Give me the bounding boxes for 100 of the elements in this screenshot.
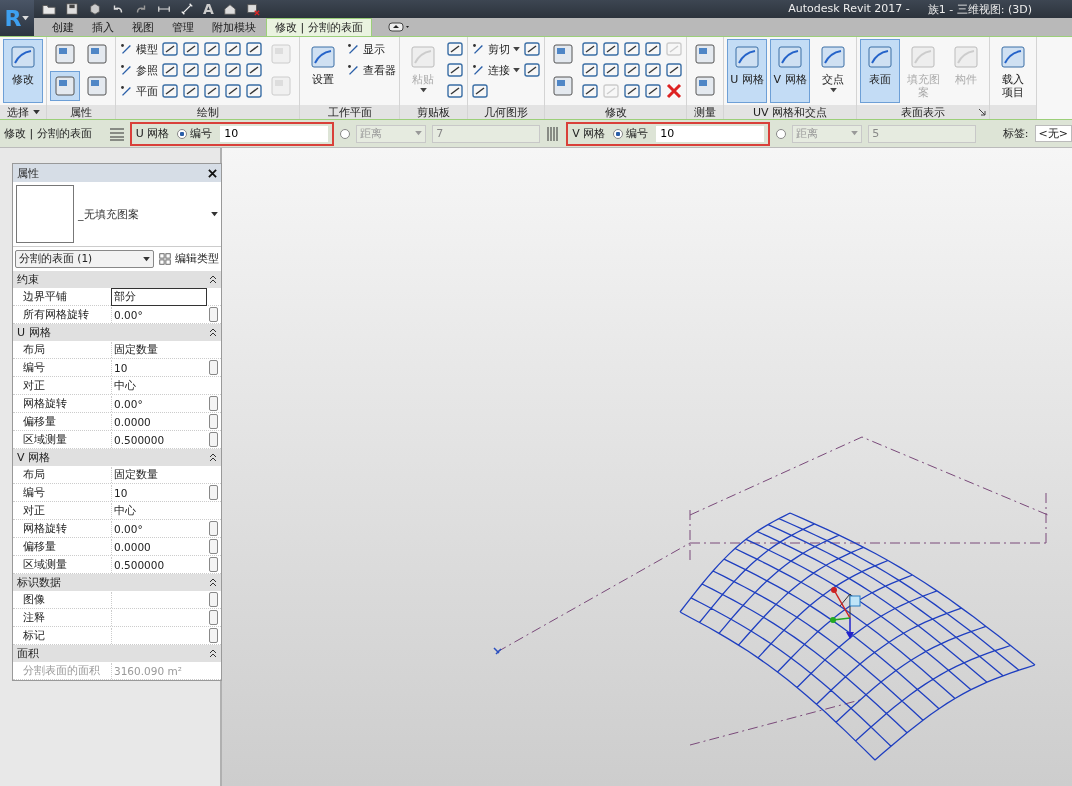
associate-parameter-button[interactable]: [208, 557, 218, 572]
property-value[interactable]: 0.0000: [111, 538, 207, 555]
tool-icon[interactable]: [446, 61, 464, 79]
property-value[interactable]: 0.500000: [111, 556, 207, 573]
house-icon[interactable]: [222, 2, 237, 16]
tool-icon[interactable]: [523, 40, 541, 58]
ribbon-tab[interactable]: 附加模块: [204, 19, 264, 36]
tool-icon[interactable]: [581, 40, 599, 58]
property-value[interactable]: 0.500000: [111, 431, 207, 448]
tool-button[interactable]: [50, 71, 80, 101]
tool-icon[interactable]: [602, 61, 620, 79]
ribbon-tab[interactable]: 修改 | 分割的表面: [266, 18, 372, 36]
tool-icon[interactable]: [245, 82, 263, 100]
tool-icon[interactable]: [644, 82, 662, 100]
caret-icon[interactable]: [32, 109, 40, 115]
ribbon-button[interactable]: 平面: [119, 83, 158, 99]
associate-parameter-button[interactable]: [208, 396, 218, 411]
dialog-launcher-icon[interactable]: [978, 108, 986, 116]
tool-icon[interactable]: [665, 61, 683, 79]
ribbon-tab[interactable]: 视图: [124, 19, 162, 36]
number-field[interactable]: 10: [220, 125, 329, 142]
tool-icon[interactable]: [203, 82, 221, 100]
tag-dropdown[interactable]: <无>: [1034, 125, 1072, 142]
tool-icon[interactable]: [446, 82, 464, 100]
collapse-icon[interactable]: [209, 452, 217, 463]
tool-icon[interactable]: [203, 40, 221, 58]
property-value[interactable]: 中心: [111, 377, 207, 394]
associate-parameter-button[interactable]: [208, 485, 218, 500]
ribbon-button[interactable]: 表面: [860, 39, 900, 103]
dimension-icon[interactable]: [180, 2, 194, 16]
cube-icon[interactable]: [88, 2, 102, 16]
group-header[interactable]: 约束: [13, 271, 221, 288]
property-value[interactable]: 0.00°: [111, 520, 207, 537]
associate-parameter-button[interactable]: [208, 539, 218, 554]
tool-icon[interactable]: [471, 82, 489, 100]
property-value[interactable]: 0.00°: [111, 306, 207, 323]
property-value[interactable]: 部分: [111, 288, 207, 306]
associate-parameter-button[interactable]: [208, 521, 218, 536]
number-radio[interactable]: 编号: [613, 126, 649, 141]
associate-parameter-button[interactable]: [208, 432, 218, 447]
associate-parameter-button[interactable]: [208, 360, 218, 375]
panel-toggle-icon[interactable]: [387, 21, 412, 33]
tool-icon[interactable]: [245, 40, 263, 58]
caret-icon[interactable]: [22, 15, 30, 21]
tool-icon[interactable]: [161, 61, 179, 79]
ribbon-tab[interactable]: 创建: [44, 19, 82, 36]
tool-icon[interactable]: [623, 82, 641, 100]
save-icon[interactable]: [65, 2, 79, 16]
tool-icon[interactable]: [581, 82, 599, 100]
property-value[interactable]: 固定数量: [111, 466, 207, 483]
ribbon-button[interactable]: U 网格: [727, 39, 767, 103]
tool-icon[interactable]: [203, 61, 221, 79]
ribbon-button[interactable]: 剪切: [471, 41, 520, 57]
ribbon-button[interactable]: V 网格: [770, 39, 810, 103]
tool-icon[interactable]: [644, 61, 662, 79]
tool-icon[interactable]: [224, 40, 242, 58]
tool-icon[interactable]: [224, 82, 242, 100]
collapse-icon[interactable]: [209, 648, 217, 659]
group-header[interactable]: 标识数据: [13, 574, 221, 591]
property-value[interactable]: 0.0000: [111, 413, 207, 430]
associate-parameter-button[interactable]: [208, 610, 218, 625]
associate-parameter-button[interactable]: [208, 307, 218, 322]
ribbon-tab[interactable]: 管理: [164, 19, 202, 36]
ribbon-button[interactable]: 载入 项目: [993, 39, 1033, 103]
ribbon-button[interactable]: 交点: [813, 39, 853, 103]
distance-radio[interactable]: [776, 128, 787, 139]
number-field[interactable]: 10: [656, 125, 765, 142]
property-value[interactable]: 固定数量: [111, 341, 207, 358]
ribbon-button[interactable]: 连接: [471, 62, 520, 78]
tool-icon[interactable]: [161, 40, 179, 58]
folder-icon[interactable]: [42, 2, 56, 16]
group-header[interactable]: V 网格: [13, 449, 221, 466]
group-header[interactable]: 面积: [13, 645, 221, 662]
tool-icon[interactable]: [446, 40, 464, 58]
close-windows-icon[interactable]: [245, 2, 260, 16]
close-icon[interactable]: [208, 168, 217, 178]
ribbon-button[interactable]: 设置: [303, 39, 343, 103]
ribbon-tab[interactable]: 插入: [84, 19, 122, 36]
instance-filter-dropdown[interactable]: 分割的表面 (1): [15, 250, 154, 268]
associate-parameter-button[interactable]: [208, 628, 218, 643]
property-value[interactable]: 中心: [111, 502, 207, 519]
tool-icon[interactable]: [523, 61, 541, 79]
type-selector[interactable]: _无填充图案: [13, 182, 221, 247]
collapse-icon[interactable]: [209, 327, 217, 338]
property-value[interactable]: 10: [111, 484, 207, 501]
tool-icon[interactable]: [602, 40, 620, 58]
delete-icon[interactable]: [665, 82, 683, 100]
tool-icon[interactable]: [644, 40, 662, 58]
collapse-icon[interactable]: [209, 577, 217, 588]
number-radio[interactable]: 编号: [177, 126, 213, 141]
ribbon-button[interactable]: 查看器: [346, 62, 396, 78]
tool-icon[interactable]: [245, 61, 263, 79]
collapse-icon[interactable]: [209, 274, 217, 285]
text-tool-button[interactable]: A: [203, 1, 214, 17]
tool-icon[interactable]: [182, 61, 200, 79]
tool-icon[interactable]: [182, 82, 200, 100]
tool-icon[interactable]: [224, 61, 242, 79]
property-value[interactable]: 0.00°: [111, 395, 207, 412]
ribbon-button[interactable]: 模型: [119, 41, 158, 57]
tool-icon[interactable]: [623, 40, 641, 58]
